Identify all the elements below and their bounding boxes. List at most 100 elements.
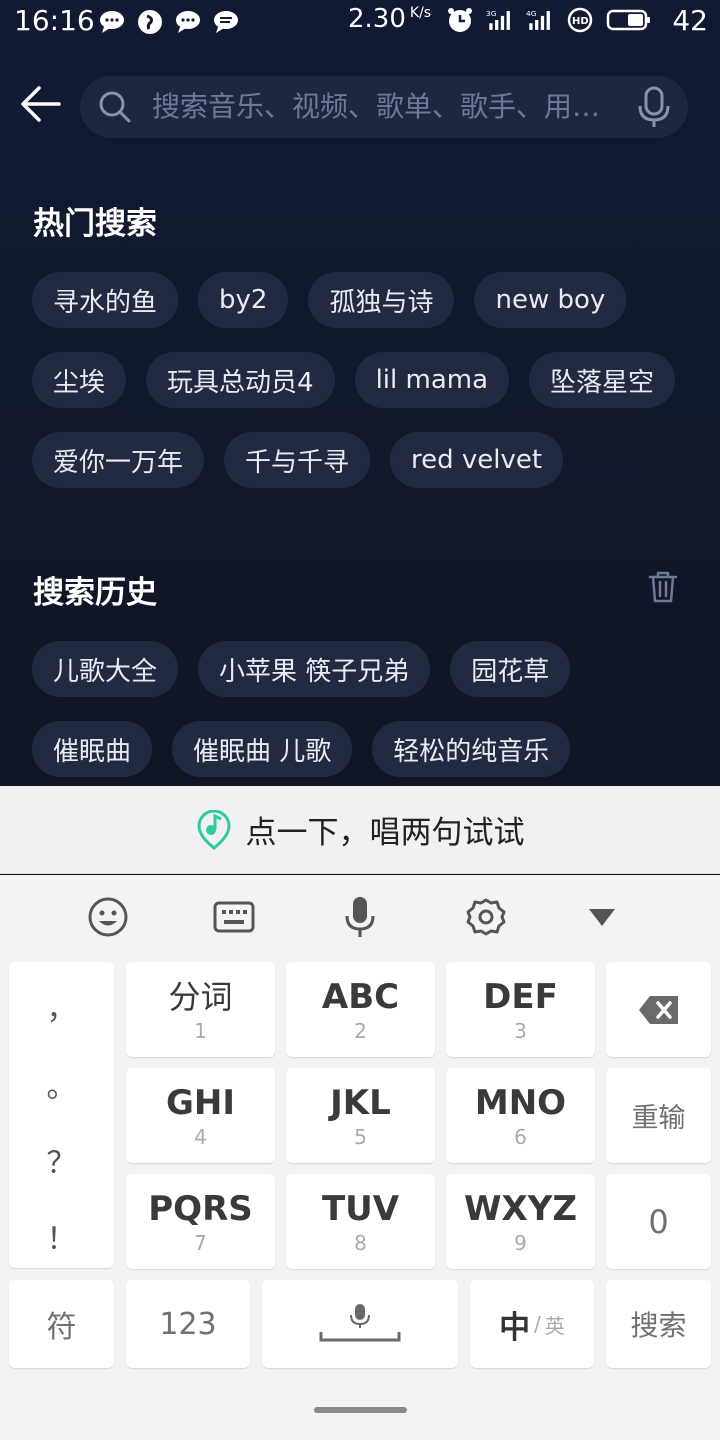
history-chip[interactable]: 儿歌大全 (32, 641, 179, 697)
key-number: 6 (514, 1124, 527, 1149)
lang-separator: / (534, 1312, 541, 1336)
search-submit-button[interactable]: 搜索 (606, 1280, 711, 1368)
hot-search-row: 尘埃 玩具总动员4 lil mama 坠落星空 (32, 352, 676, 408)
status-bar: 16:16 2.30 K/s 3G 4G HD 42 (0, 0, 720, 44)
key-5[interactable]: JKL 5 (286, 1068, 435, 1163)
history-chip[interactable]: 小苹果 筷子兄弟 (198, 641, 431, 697)
retype-button[interactable]: 重输 (606, 1068, 711, 1163)
microphone-icon (345, 897, 375, 937)
message-bubble-icon (98, 8, 126, 36)
hot-search-chip[interactable]: red velvet (390, 432, 564, 488)
alarm-icon (446, 6, 474, 34)
keyboard-layout-button[interactable] (212, 895, 256, 939)
history-chip[interactable]: 轻松的纯音乐 (372, 721, 571, 777)
numbers-button[interactable]: 123 (126, 1280, 250, 1368)
history-chip[interactable]: 园花草 (450, 641, 571, 697)
symbols-button[interactable]: 符 (9, 1280, 114, 1368)
keyboard-toolbar (0, 875, 720, 959)
microphone-icon[interactable] (636, 86, 672, 128)
search-placeholder: 搜索音乐、视频、歌单、歌手、用… (152, 90, 601, 123)
key-label: MNO (474, 1082, 567, 1123)
key-number: 1 (194, 1018, 207, 1043)
collapse-keyboard-button[interactable] (580, 895, 624, 939)
settings-button[interactable] (464, 895, 508, 939)
symbols-label: 符 (46, 1310, 77, 1345)
key-number: 4 (194, 1124, 207, 1149)
search-history-title: 搜索历史 (33, 575, 157, 611)
keyboard-icon (213, 901, 255, 933)
chat-bubble-icon (174, 8, 202, 36)
punct-period[interactable]: 。 (9, 1062, 114, 1106)
key-7[interactable]: PQRS 7 (126, 1174, 275, 1269)
lang-main-label: 中 (499, 1309, 531, 1346)
hd-label: HD (572, 16, 589, 27)
hot-search-chip[interactable]: 千与千寻 (224, 432, 371, 488)
numbers-label: 123 (159, 1306, 217, 1342)
search-submit-label: 搜索 (630, 1309, 687, 1342)
signal-4g-icon: 4G (526, 6, 554, 34)
hot-search-chip[interactable]: by2 (198, 272, 289, 328)
signal-4g-label: 4G (526, 9, 537, 18)
signal-3g-icon: 3G (486, 6, 514, 34)
key-2[interactable]: ABC 2 (286, 962, 435, 1057)
key-label: GHI (165, 1082, 235, 1123)
trash-icon[interactable] (646, 570, 680, 604)
history-chip[interactable]: 催眠曲 儿歌 (172, 721, 353, 777)
punct-comma[interactable]: ， (9, 984, 114, 1028)
home-indicator[interactable] (314, 1407, 407, 1413)
status-time: 16:16 (14, 4, 95, 37)
hot-search-chip[interactable]: 寻水的鱼 (32, 272, 179, 328)
history-chip[interactable]: 催眠曲 (32, 721, 153, 777)
hot-search-chip[interactable]: 玩具总动员4 (146, 352, 335, 408)
hot-search-title: 热门搜索 (33, 206, 157, 242)
key-label: 0 (648, 1202, 669, 1241)
key-label: 分词 (168, 977, 233, 1016)
key-1[interactable]: 分词 1 (126, 962, 275, 1057)
search-input[interactable]: 搜索音乐、视频、歌单、歌手、用… (80, 76, 688, 138)
retype-label: 重输 (631, 1103, 686, 1134)
network-speed-unit: K/s (409, 5, 432, 21)
search-icon (99, 91, 131, 123)
hot-search-chip[interactable]: 尘埃 (32, 352, 127, 408)
key-4[interactable]: GHI 4 (126, 1068, 275, 1163)
sing-recognition-button[interactable]: 点一下，唱两句试试 (0, 786, 720, 874)
history-row: 儿歌大全 小苹果 筷子兄弟 园花草 (32, 641, 571, 697)
space-key[interactable] (262, 1280, 458, 1368)
key-label: JKL (330, 1082, 391, 1123)
notification-icons (98, 8, 240, 36)
voice-input-button[interactable] (338, 895, 382, 939)
key-number: 8 (354, 1230, 367, 1255)
hd-voice-icon: HD (566, 6, 594, 34)
key-label: TUV (321, 1188, 400, 1229)
language-switch-button[interactable]: 中 / 英 (470, 1280, 594, 1368)
hot-search-chip[interactable]: new boy (474, 272, 627, 328)
backspace-button[interactable] (606, 962, 711, 1057)
history-row: 催眠曲 催眠曲 儿歌 轻松的纯音乐 (32, 721, 571, 777)
punct-question[interactable]: ？ (9, 1138, 114, 1182)
sing-prompt-text: 点一下，唱两句试试 (245, 815, 525, 851)
back-button[interactable] (18, 82, 62, 126)
text-bubble-icon (212, 8, 240, 36)
hot-search-chip[interactable]: lil mama (354, 352, 510, 408)
hot-search-chip[interactable]: 爱你一万年 (32, 432, 205, 488)
key-6[interactable]: MNO 6 (446, 1068, 595, 1163)
lang-alt-label: 英 (544, 1313, 565, 1338)
emoji-button[interactable] (86, 895, 130, 939)
punct-exclaim[interactable]: ！ (9, 1214, 114, 1258)
network-speed: 2.30 K/s (348, 4, 431, 34)
triangle-down-icon (589, 909, 615, 926)
system-icons: 3G 4G HD (446, 6, 652, 34)
key-label: ABC (321, 976, 400, 1017)
hot-search-chip[interactable]: 孤独与诗 (308, 272, 455, 328)
key-0[interactable]: 0 (606, 1174, 711, 1269)
key-9[interactable]: WXYZ 9 (446, 1174, 595, 1269)
key-8[interactable]: TUV 8 (286, 1174, 435, 1269)
hot-search-chip[interactable]: 坠落星空 (529, 352, 676, 408)
punctuation-column[interactable]: ， 。 ？ ！ (9, 962, 114, 1268)
battery-percent: 42 (672, 4, 708, 37)
key-3[interactable]: DEF 3 (446, 962, 595, 1057)
music-search-screen: 16:16 2.30 K/s 3G 4G HD 42 搜索音乐、视频、歌单、歌手… (0, 0, 720, 786)
key-number: 3 (514, 1018, 527, 1043)
music-app-icon (136, 8, 164, 36)
key-number: 5 (354, 1124, 367, 1149)
